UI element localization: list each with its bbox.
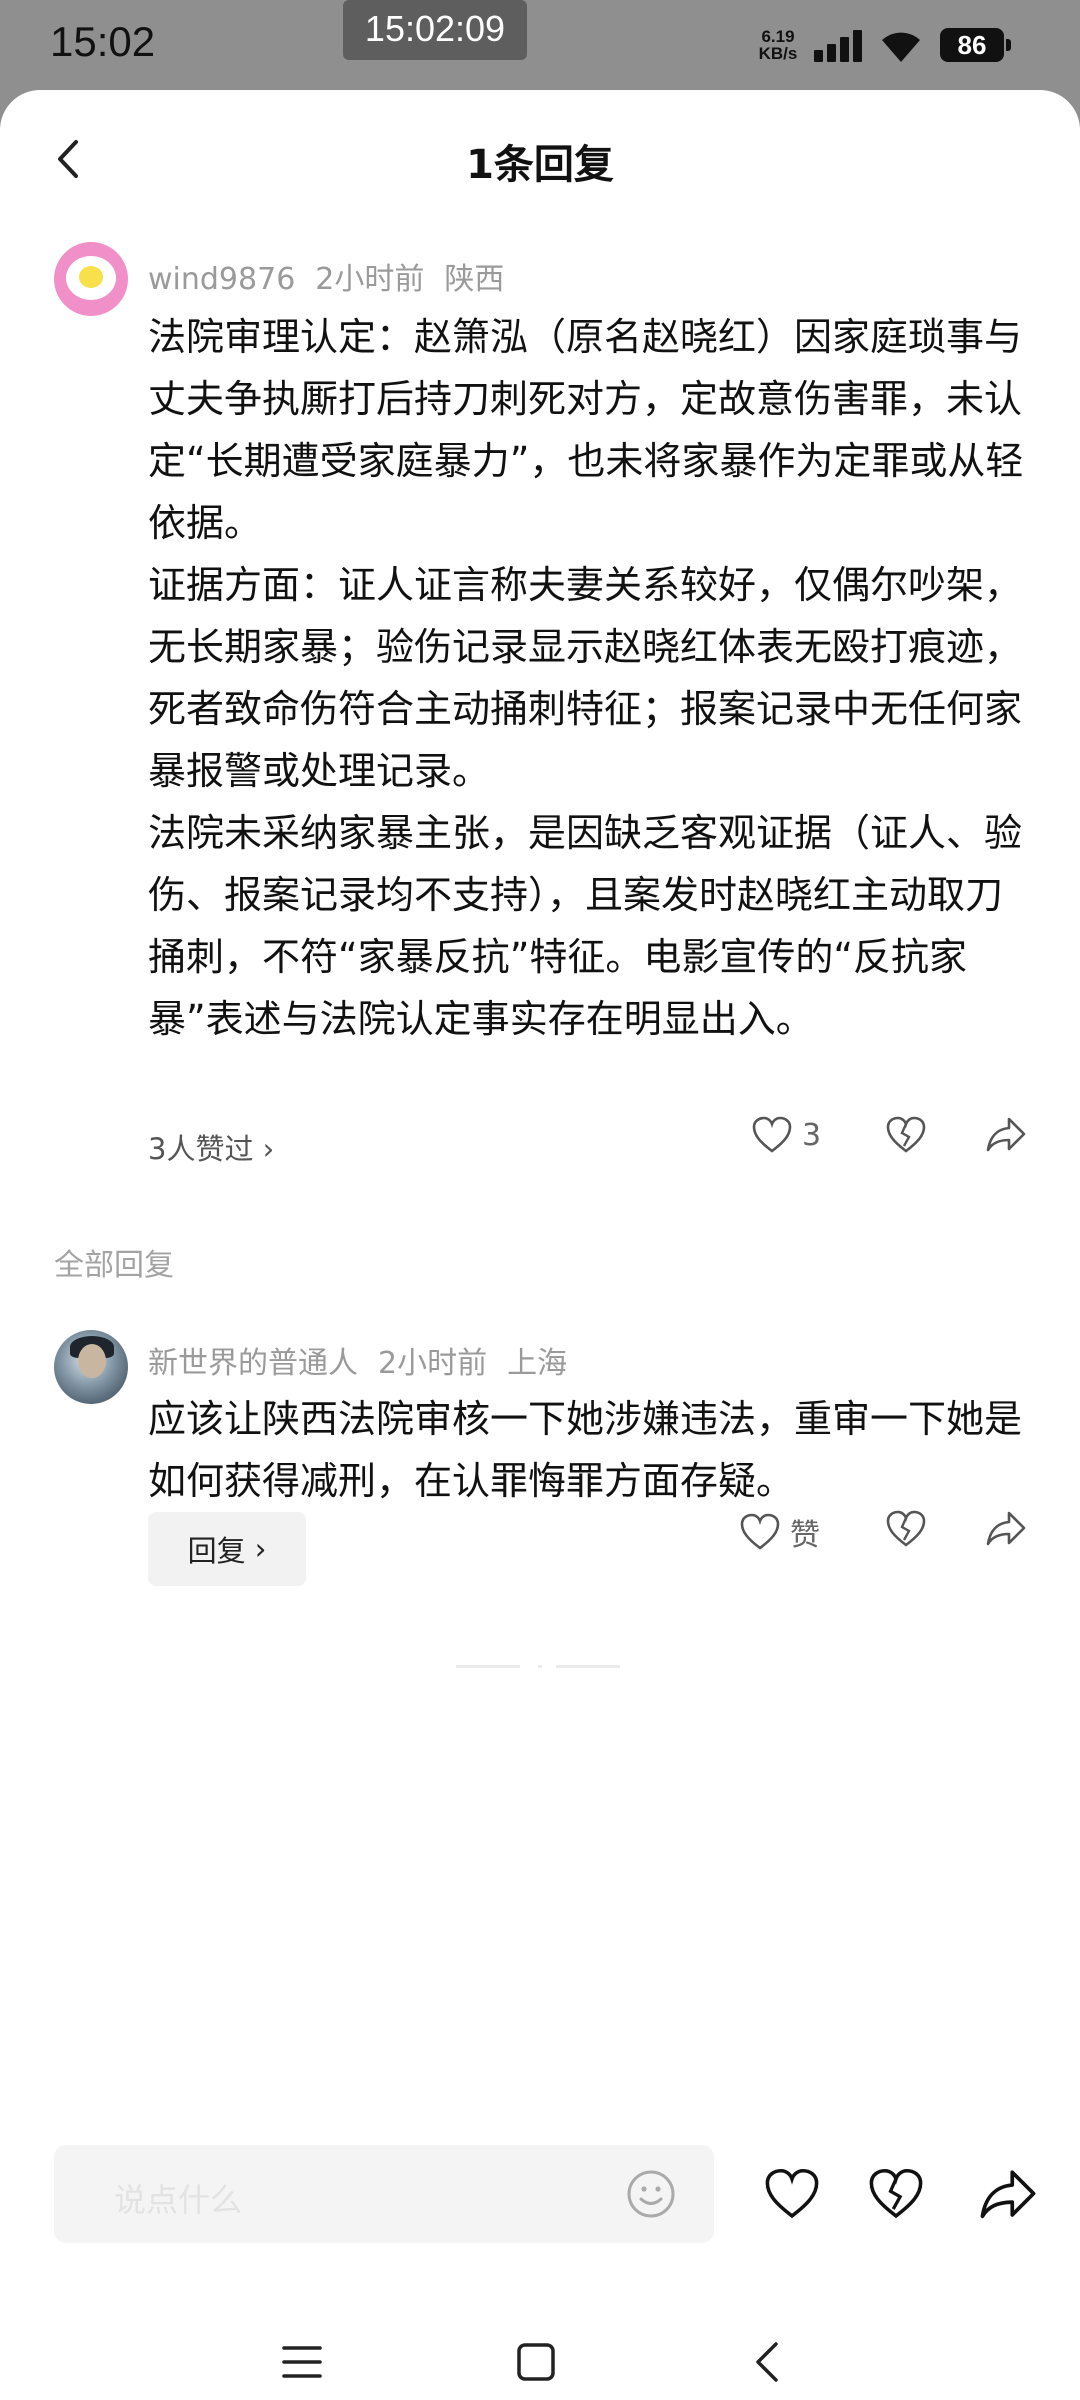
- end-divider: [456, 1665, 520, 1668]
- system-navigation-bar: [0, 2320, 1080, 2400]
- menu-icon[interactable]: [282, 2344, 322, 2380]
- signal-icon: [814, 30, 864, 62]
- end-divider: [556, 1665, 620, 1668]
- network-speed: 6.19 KB/s: [754, 28, 802, 62]
- like-button[interactable]: 3: [752, 1116, 821, 1154]
- reply-like-label: 赞: [790, 1518, 820, 1553]
- likes-summary-link[interactable]: 3人赞过 ›: [148, 1126, 274, 1168]
- reply-location: 上海: [507, 1346, 568, 1381]
- reply-sheet: 1条回复 wind9876 2小时前 陕西 法院审理认定：赵箫泓（原名赵晓红）因家庭…: [0, 90, 1080, 2400]
- end-divider-dot: [538, 1665, 542, 1668]
- comment-meta: wind9876 2小时前 陕西: [148, 254, 524, 298]
- share-arrow-icon[interactable]: [978, 2168, 1038, 2222]
- like-count: 3: [802, 1117, 822, 1153]
- comment-time: 2小时前: [315, 262, 425, 297]
- comment-text: 法院审理认定：赵箫泓（原名赵晓红）因家庭琐事与丈夫争执厮打后持刀刺死对方，定故意…: [148, 315, 1024, 1041]
- likes-summary-label: 3人赞过: [148, 1132, 254, 1166]
- comment-username[interactable]: wind9876: [148, 262, 295, 297]
- reply-time: 2小时前: [378, 1346, 488, 1381]
- share-icon[interactable]: [986, 1116, 1026, 1154]
- reply-text: 应该让陕西法院审核一下她涉嫌违法，重审一下她是如何获得减刑，在认罪悔罪方面存疑。: [148, 1397, 1023, 1503]
- commenter-avatar[interactable]: [54, 242, 128, 316]
- reply-share-icon[interactable]: [986, 1510, 1026, 1548]
- nav-back-icon[interactable]: [752, 2340, 782, 2384]
- heart-icon: [740, 1513, 780, 1550]
- wifi-icon: [882, 32, 920, 62]
- comment-location: 陕西: [444, 262, 505, 297]
- reply-like-button[interactable]: 赞: [740, 1510, 820, 1554]
- reply-input-placeholder: 说点什么: [114, 2181, 243, 2219]
- like-heart-icon[interactable]: [764, 2168, 820, 2220]
- page-title: 1条回复: [466, 142, 614, 188]
- status-clock: 15:02:09: [343, 0, 527, 60]
- section-label-all-replies: 全部回复: [54, 1248, 174, 1283]
- dislike-broken-heart-button[interactable]: [886, 1116, 926, 1154]
- status-time: 15:02: [50, 18, 156, 65]
- reply-meta: 新世界的普通人 2小时前 上海: [148, 1338, 587, 1382]
- network-speed-value: 6.19: [761, 27, 795, 46]
- reply-button[interactable]: 回复 ›: [148, 1512, 306, 1586]
- chevron-right-icon: ›: [262, 1132, 275, 1166]
- chevron-right-icon: ›: [245, 1532, 267, 1566]
- reply-button-label: 回复: [187, 1534, 246, 1568]
- reply-username[interactable]: 新世界的普通人: [148, 1346, 358, 1381]
- network-speed-unit: KB/s: [758, 44, 798, 63]
- broken-heart-icon[interactable]: [868, 2168, 924, 2220]
- home-square-icon[interactable]: [516, 2342, 556, 2382]
- battery-indicator: 86: [940, 28, 1011, 62]
- reply-dislike-broken-heart-button[interactable]: [886, 1510, 926, 1548]
- emoji-icon[interactable]: [626, 2169, 676, 2219]
- replier-avatar[interactable]: [54, 1330, 128, 1404]
- status-bar: 15:02 15:02:09 6.19 KB/s 86: [0, 0, 1080, 90]
- heart-icon: [752, 1116, 792, 1153]
- reply-input[interactable]: 说点什么: [54, 2145, 714, 2243]
